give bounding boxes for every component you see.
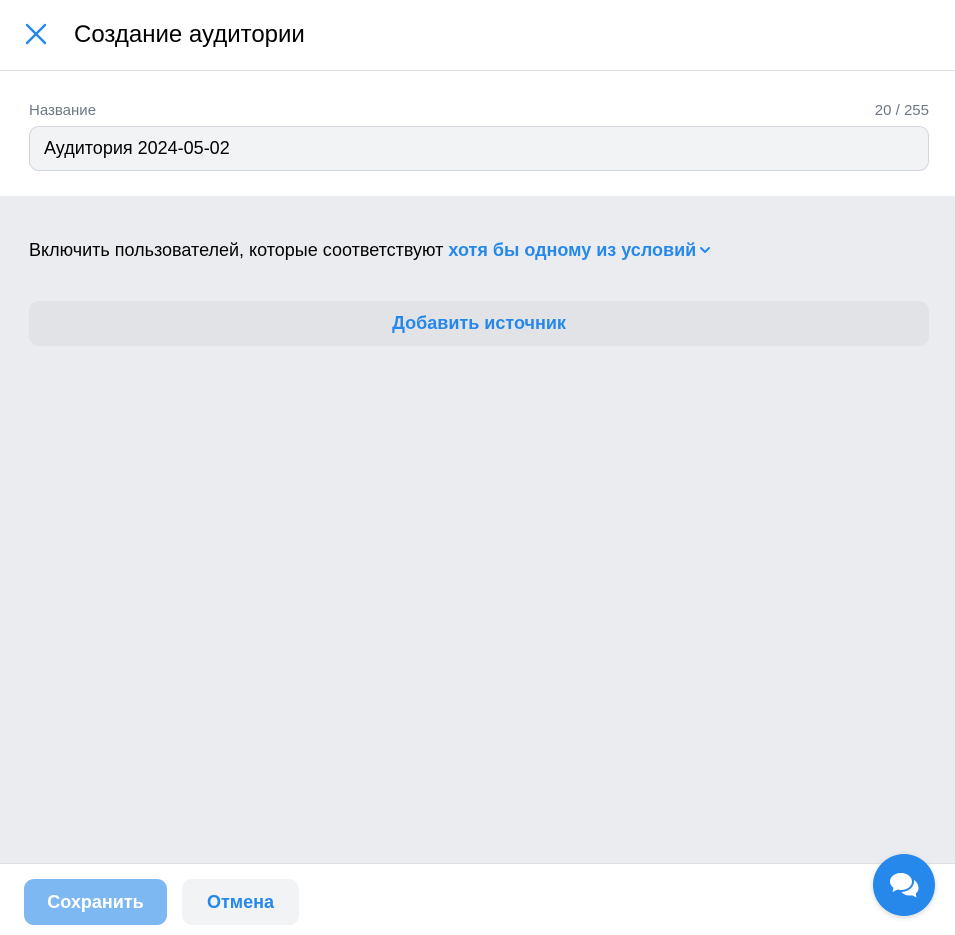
name-char-counter: 20 / 255 bbox=[874, 102, 929, 119]
conditions-section: Включить пользователей, которые соответс… bbox=[0, 196, 955, 863]
name-field-label: Название bbox=[29, 102, 97, 119]
modal-header: Создание аудитории bbox=[0, 0, 955, 71]
save-button[interactable]: Сохранить bbox=[24, 879, 167, 925]
match-mode-dropdown[interactable]: хотя бы одному из условий bbox=[448, 240, 712, 260]
match-mode-label: хотя бы одному из условий bbox=[448, 240, 697, 260]
close-button[interactable] bbox=[22, 20, 50, 48]
conditions-description: Включить пользователей, которые соответс… bbox=[29, 239, 712, 261]
chat-widget-button[interactable] bbox=[873, 854, 935, 916]
conditions-text: Включить пользователей, которые соответс… bbox=[29, 240, 449, 260]
name-section: Название 20 / 255 bbox=[0, 71, 955, 196]
close-icon bbox=[25, 23, 47, 45]
page-title: Создание аудитории bbox=[74, 21, 305, 48]
chat-bubbles-icon bbox=[890, 873, 919, 898]
modal-footer: Сохранить Отмена bbox=[0, 863, 955, 935]
name-input[interactable] bbox=[29, 126, 929, 171]
add-source-button[interactable]: Добавить источник bbox=[29, 301, 929, 346]
cancel-button[interactable]: Отмена bbox=[182, 879, 299, 925]
chevron-down-icon bbox=[700, 246, 711, 253]
